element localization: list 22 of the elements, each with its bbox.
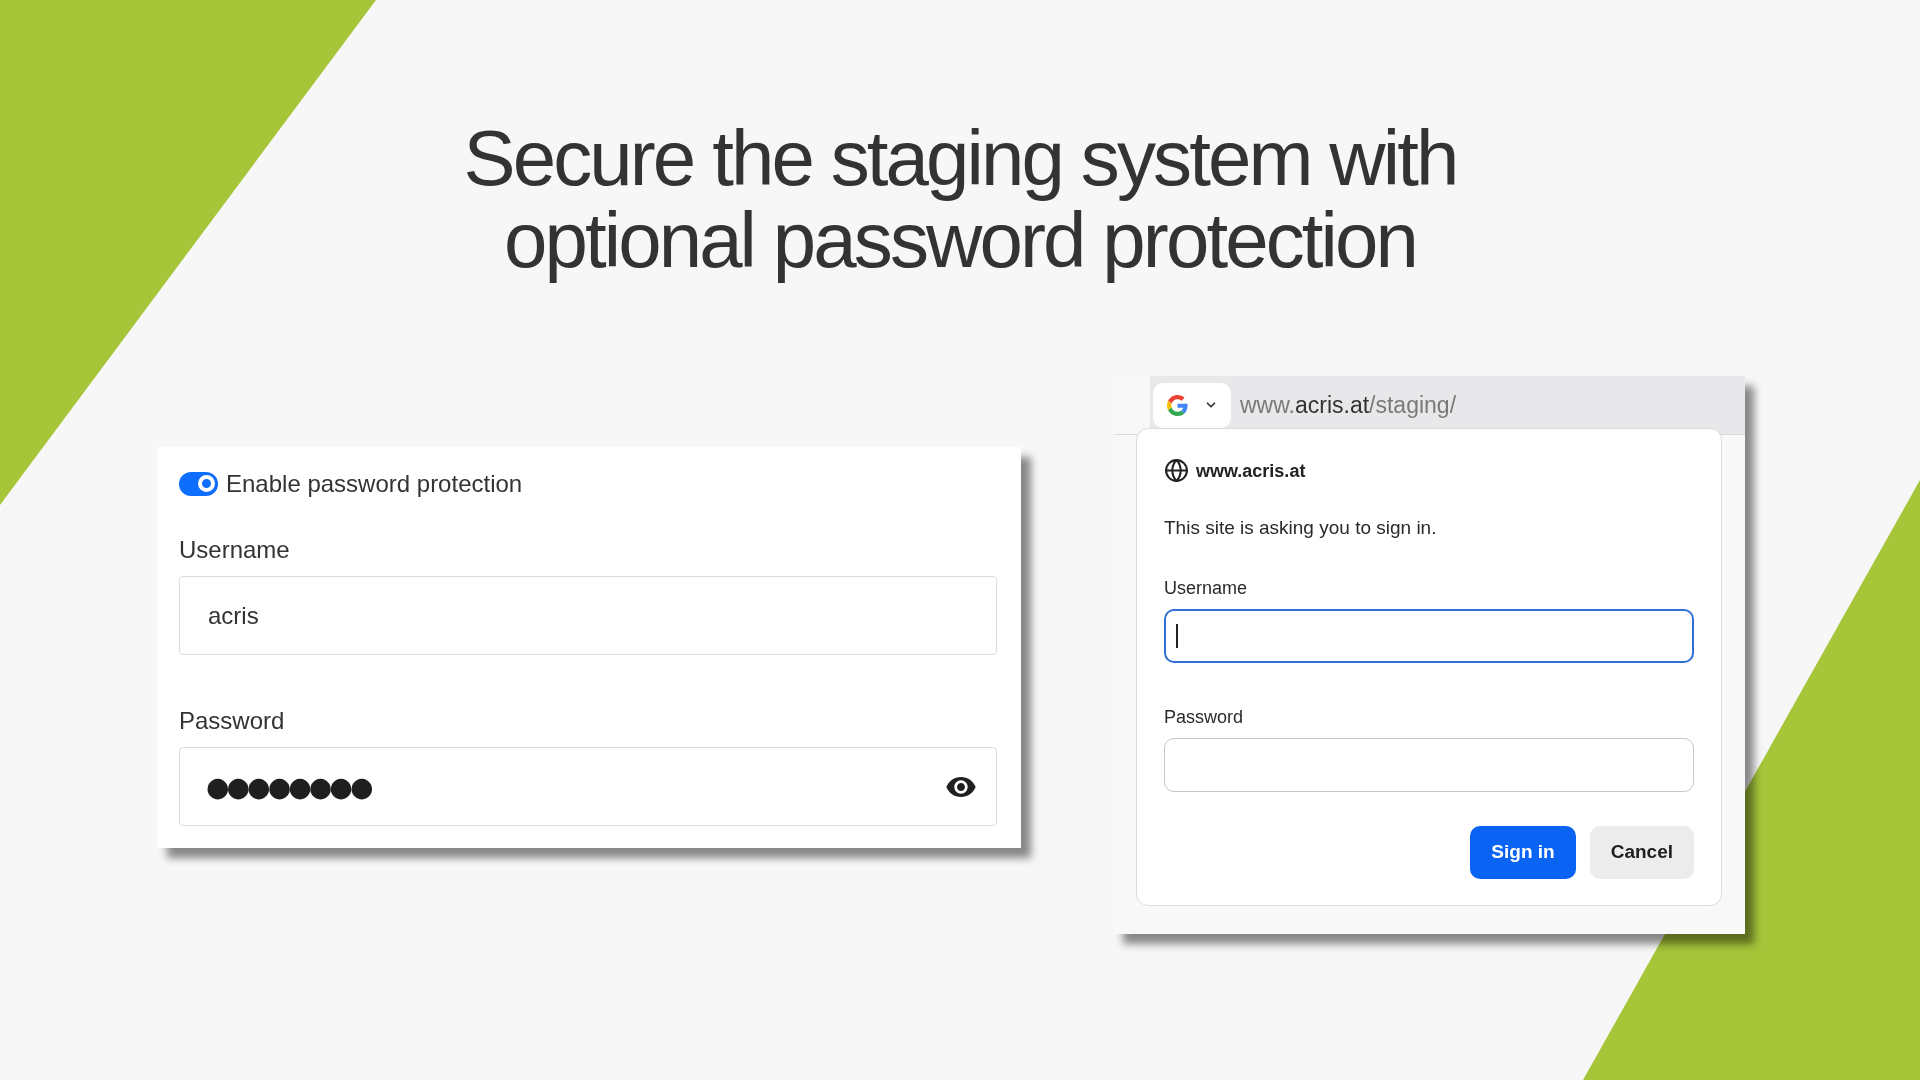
text-field[interactable]: acris	[179, 576, 997, 655]
dialog-message: This site is asking you to sign in.	[1164, 516, 1437, 540]
field-label: Password	[179, 707, 285, 735]
g-logo-icon	[1167, 394, 1188, 416]
field-label: Username	[179, 536, 290, 564]
input-field[interactable]	[1164, 738, 1694, 792]
headline: Secure the staging system with optional password protection	[463, 117, 1457, 281]
password-field[interactable]: ●●●●●●●●	[179, 747, 997, 826]
field-label: Password	[1164, 706, 1244, 728]
url-text: www.acris.at/staging/	[1240, 391, 1457, 419]
toggle-label: Enable password protection	[226, 469, 523, 498]
eye-icon[interactable]	[946, 776, 976, 797]
site-name: www.acris.at	[1196, 459, 1306, 482]
cancel-button[interactable]: Cancel	[1589, 826, 1694, 879]
confirm-button[interactable]: Sign in	[1470, 826, 1576, 879]
toggle-switch[interactable]	[179, 471, 218, 496]
input-field[interactable]	[1164, 609, 1694, 663]
engine-menu-button[interactable]	[1153, 382, 1231, 428]
text-cursor-icon	[1176, 624, 1178, 648]
field-label: Username	[1164, 577, 1248, 599]
globe-icon	[1164, 458, 1189, 483]
address-bar[interactable]: www.acris.at/staging/	[1150, 376, 1745, 434]
